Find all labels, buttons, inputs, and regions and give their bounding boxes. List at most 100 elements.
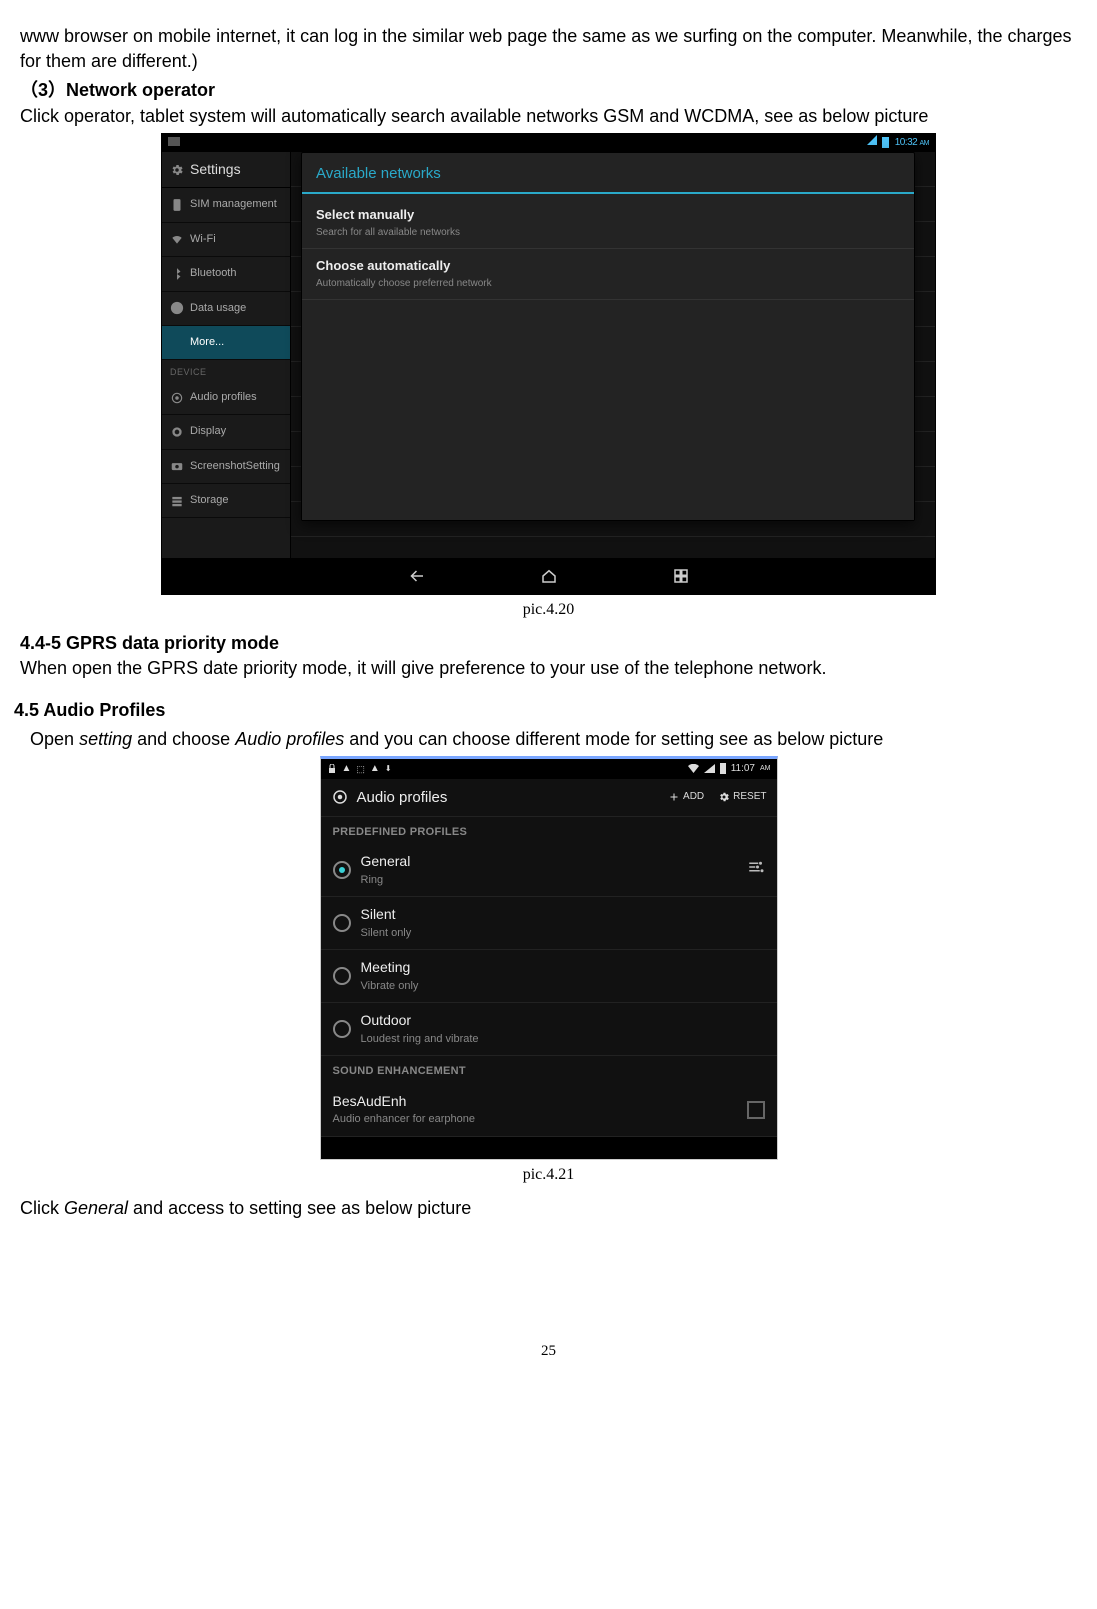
sidebar-item-data-usage[interactable]: Data usage [162,292,290,326]
caption-2: pic.4.21 [20,1164,1077,1186]
status-icon: ⬇ [385,763,392,774]
profile-outdoor[interactable]: Outdoor Loudest ring and vibrate [321,1003,777,1056]
profile-subtitle: Silent only [361,926,412,941]
sidebar-item-audio-profiles[interactable]: Audio profiles [162,381,290,415]
section3-body: Click operator, tablet system will autom… [20,106,928,126]
dialog-option-subtitle: Search for all available networks [316,226,900,240]
page-number: 25 [20,1341,1077,1362]
status-ampm: AM [920,140,930,147]
sliders-icon [747,858,765,876]
radio-icon[interactable] [333,914,351,932]
profile-subtitle: Loudest ring and vibrate [361,1032,479,1047]
section3-heading: （3）Network operator [20,80,215,100]
header-title: Audio profiles [357,787,448,808]
dialog-option-title: Choose automatically [316,257,900,275]
signal-icon [867,135,877,150]
profile-title: Meeting [361,958,419,978]
plus-icon [668,791,680,803]
status-time: 10:32 [895,137,918,148]
audio-body: Open setting and choose Audio profiles a… [20,727,1077,752]
audio-icon [331,788,349,806]
sidebar-item-sim[interactable]: SIM management [162,188,290,222]
display-icon [170,425,184,439]
status-ampm: AM [760,764,771,774]
sidebar-item-label: Data usage [190,301,246,316]
sidebar-item-label: Bluetooth [190,266,236,281]
enhance-subtitle: Audio enhancer for earphone [333,1112,476,1127]
sidebar-item-label: Display [190,424,226,439]
screenshot-audio-profiles: ▲ ⬚ ▲ ⬇ 11:07 AM Audio profiles ADD RESE… [320,756,778,1160]
enhance-besaudenh[interactable]: BesAudEnh Audio enhancer for earphone [321,1084,777,1137]
reset-button[interactable]: RESET [718,790,766,804]
signal-icon [704,764,715,773]
sidebar-item-display[interactable]: Display [162,415,290,449]
profile-subtitle: Ring [361,873,411,888]
android-navbar [162,558,935,594]
checkbox[interactable] [747,1101,765,1119]
sidebar-item-label: SIM management [190,197,277,212]
sidebar-title-row[interactable]: Settings [162,152,290,189]
final-sentence: Click General and access to setting see … [20,1196,1077,1221]
profile-settings-button[interactable] [747,858,765,883]
wifi-icon [688,764,699,774]
radio-icon[interactable] [333,1020,351,1038]
sidebar-item-label: More... [190,335,224,350]
audio-icon [170,391,184,405]
profile-meeting[interactable]: Meeting Vibrate only [321,950,777,1003]
status-right: 11:07 AM [688,762,771,776]
settings-icon [170,163,184,177]
sidebar-item-bluetooth[interactable]: Bluetooth [162,257,290,291]
status-bar: ▲ ⬚ ▲ ⬇ 11:07 AM [321,759,777,779]
status-icon: ⬚ [356,763,365,776]
sidebar-item-storage[interactable]: Storage [162,484,290,518]
sidebar-title: Settings [190,160,241,180]
sidebar-section-device: DEVICE [162,360,290,381]
reset-icon [718,791,730,803]
sidebar-item-label: Audio profiles [190,390,257,405]
sim-icon [170,198,184,212]
gprs-heading: 4.4-5 GPRS data priority mode [20,633,279,653]
dialog-option-select-manually[interactable]: Select manually Search for all available… [302,198,914,249]
dialog-title: Available networks [302,153,914,192]
home-button[interactable] [538,567,560,585]
profile-subtitle: Vibrate only [361,979,419,994]
radio-icon[interactable] [333,861,351,879]
battery-icon [720,763,726,774]
status-icon: ▲ [342,762,352,776]
sidebar-item-label: ScreenshotSetting [190,459,280,474]
recent-apps-button[interactable] [670,567,692,585]
intro-paragraph: www browser on mobile internet, it can l… [20,24,1077,74]
profile-title: Silent [361,905,412,925]
audio-heading: 4.5 Audio Profiles [14,698,1077,723]
settings-sidebar: Settings SIM management Wi-Fi Bluetooth … [162,152,291,558]
caption-1: pic.4.20 [20,599,1077,621]
dialog-option-choose-auto[interactable]: Choose automatically Automatically choos… [302,249,914,300]
status-left-icon [168,137,180,146]
reset-label: RESET [733,790,766,804]
status-right: 10:32 AM [867,135,929,150]
dialog-option-subtitle: Automatically choose preferred network [316,277,900,291]
status-icon: ▲ [370,762,380,776]
sidebar-item-screenshot[interactable]: ScreenshotSetting [162,450,290,484]
sidebar-item-label: Storage [190,493,229,508]
status-left-icons: ▲ ⬚ ▲ ⬇ [327,762,392,776]
status-bar: 10:32 AM [162,134,935,152]
battery-icon [882,137,889,148]
enhance-title: BesAudEnh [333,1092,476,1112]
profile-title: Outdoor [361,1011,479,1031]
add-button[interactable]: ADD [668,790,704,804]
sidebar-item-label: Wi-Fi [190,232,216,247]
screenshot-network-operator: 10:32 AM Settings SIM management Wi-Fi B… [161,133,936,595]
settings-main: Available networks Select manually Searc… [291,152,935,558]
lock-icon [327,764,337,774]
status-time: 11:07 [731,762,755,776]
profile-silent[interactable]: Silent Silent only [321,897,777,950]
back-button[interactable] [406,567,428,585]
sidebar-item-wifi[interactable]: Wi-Fi [162,223,290,257]
profile-general[interactable]: General Ring [321,844,777,897]
section-sound-enhancement: SOUND ENHANCEMENT [321,1056,777,1083]
radio-icon[interactable] [333,967,351,985]
sidebar-item-more[interactable]: More... [162,326,290,360]
data-usage-icon [170,301,184,315]
storage-icon [170,494,184,508]
